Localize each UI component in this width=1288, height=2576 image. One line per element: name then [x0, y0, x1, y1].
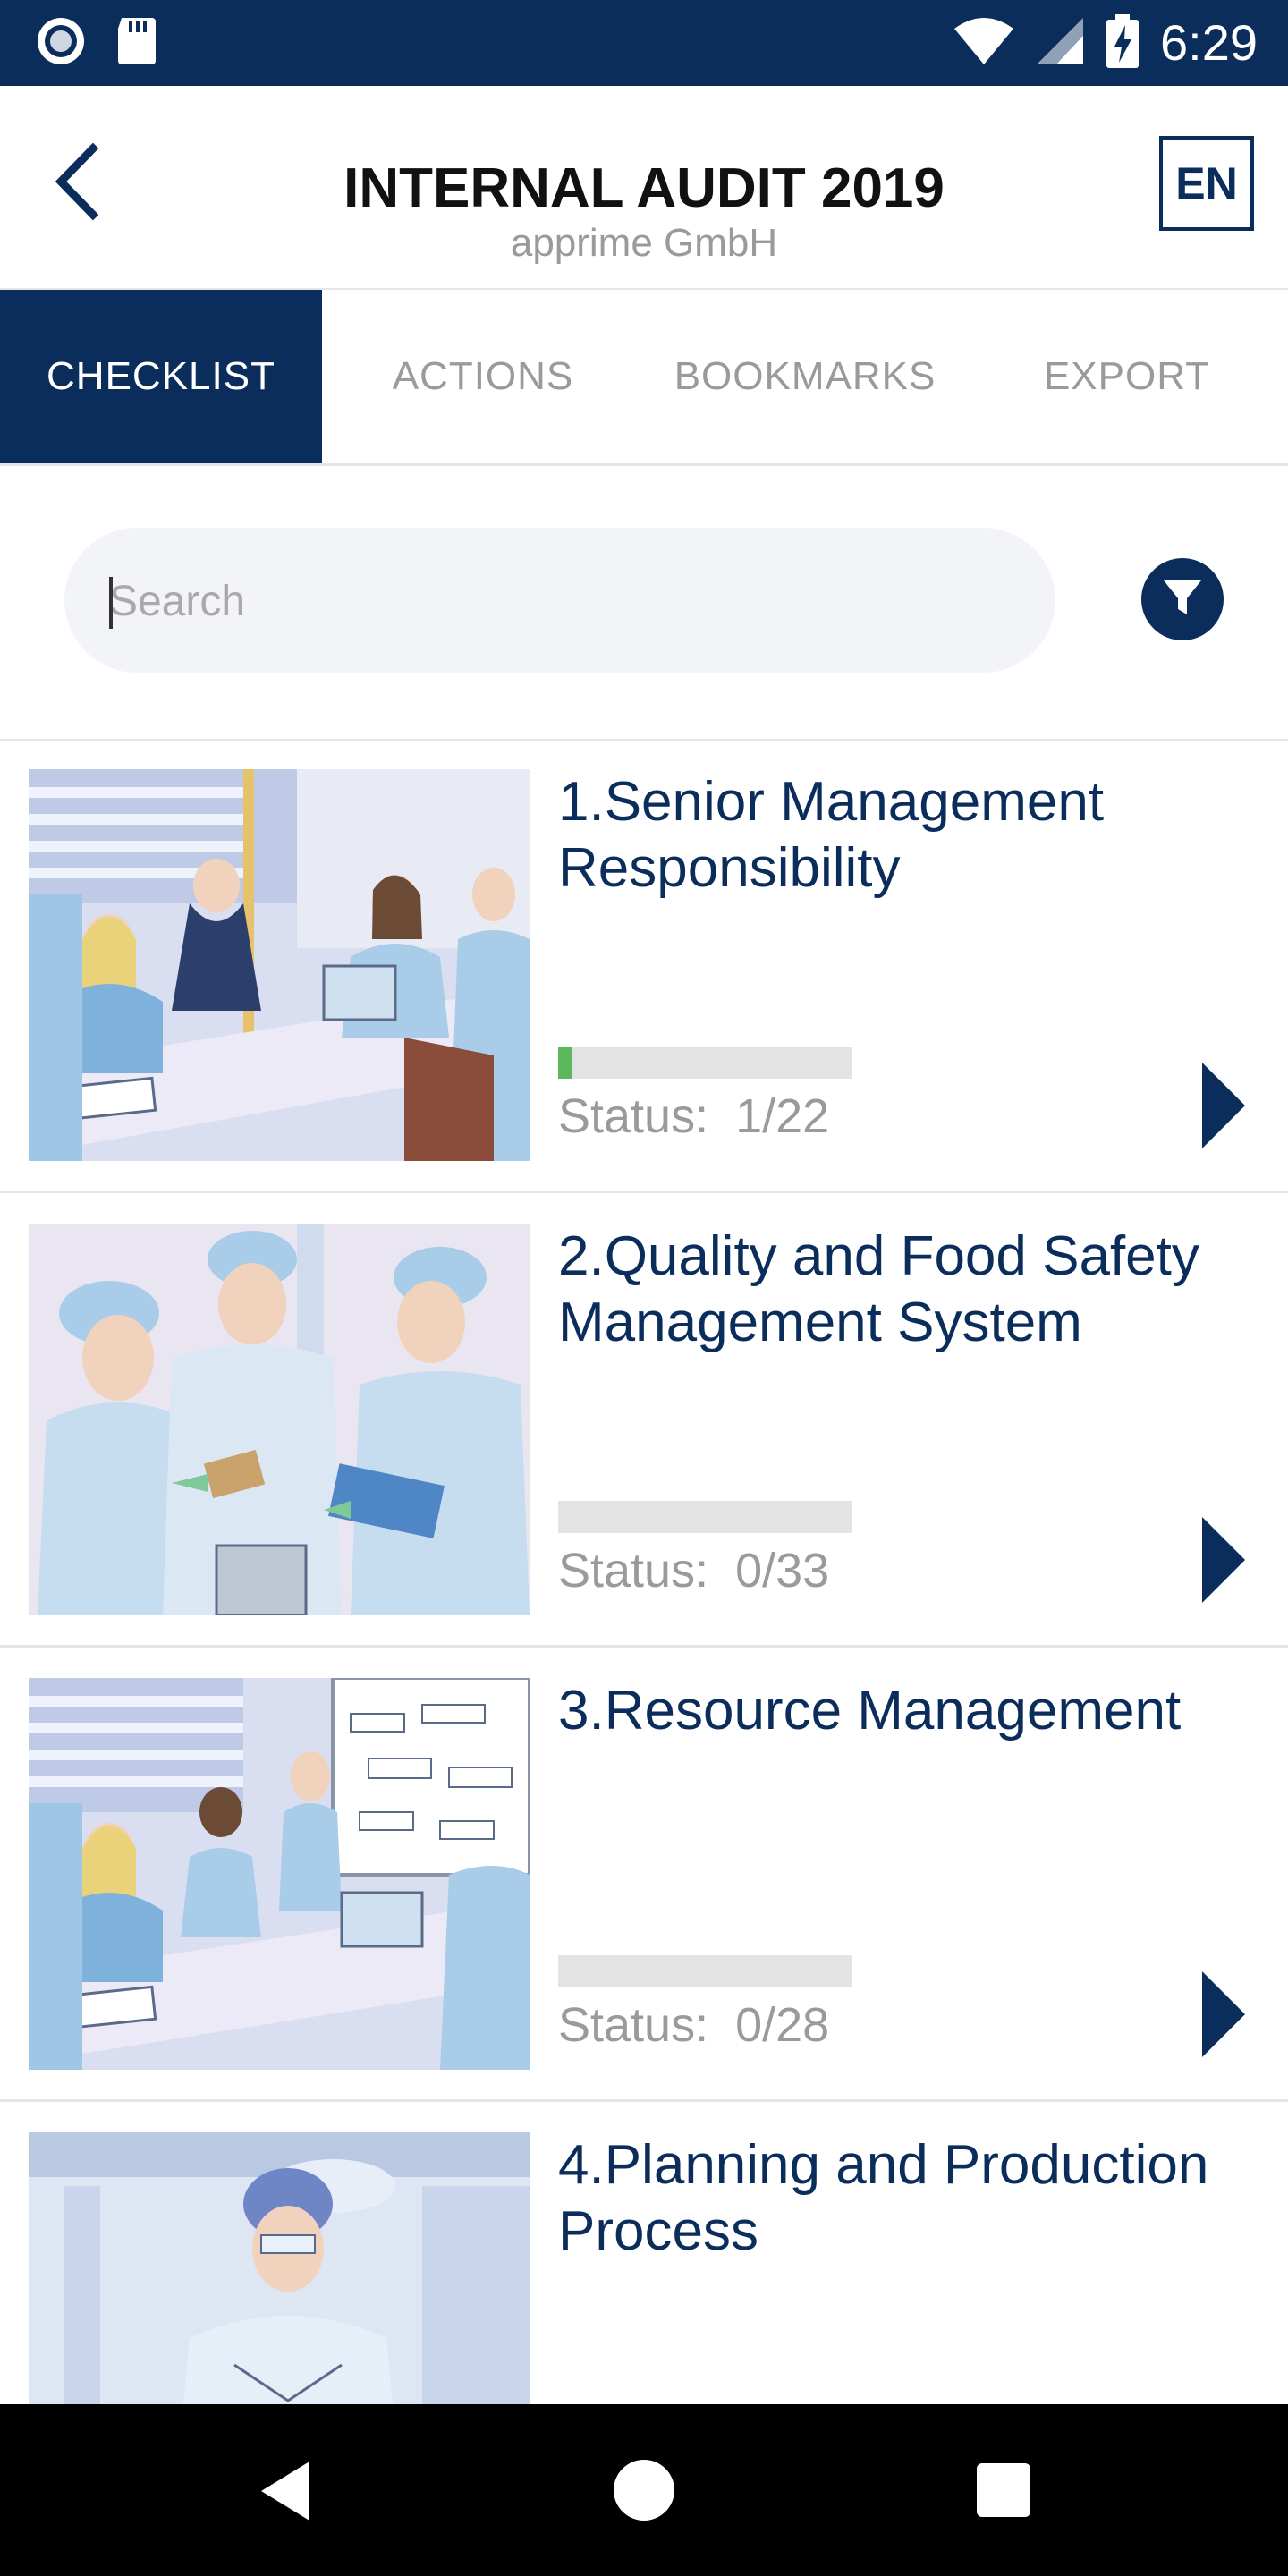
- progress-fill: [558, 1046, 572, 1079]
- back-arrow-icon: [47, 142, 109, 225]
- filter-icon: [1160, 575, 1205, 624]
- tab-export[interactable]: EXPORT: [966, 290, 1288, 463]
- status-label: Status:: [558, 1089, 709, 1143]
- chevron-right-icon[interactable]: [1199, 1061, 1249, 1150]
- status-value: 0/28: [735, 1998, 830, 2052]
- back-button[interactable]: [47, 141, 109, 222]
- record-icon: [36, 16, 86, 71]
- nav-home-button[interactable]: [614, 2460, 674, 2521]
- item-title: 3.Resource Management: [558, 1680, 1182, 1741]
- item-title: 2.Quality and Food Safety Management Sys…: [558, 1225, 1199, 1353]
- filter-button[interactable]: [1141, 558, 1224, 640]
- status-label: Status:: [558, 1998, 709, 2052]
- search-row: [0, 465, 1288, 741]
- resource-meeting-illustration: [29, 1678, 530, 2070]
- progress-bar: [558, 1501, 852, 1533]
- battery-icon: [1105, 13, 1140, 72]
- language-button[interactable]: EN: [1159, 136, 1254, 231]
- search-input[interactable]: [107, 528, 1005, 674]
- status-text: Status: 0/28: [558, 1996, 829, 2054]
- text-caret: [109, 577, 113, 629]
- item-title: 1.Senior Management Responsibility: [558, 771, 1105, 899]
- wifi-icon: [953, 16, 1015, 71]
- chevron-right-icon[interactable]: [1199, 1515, 1249, 1605]
- status-time: 6:29: [1160, 14, 1258, 71]
- search-box: [64, 528, 1055, 674]
- nav-back-button[interactable]: [259, 2460, 313, 2527]
- app-bar: INTERNAL AUDIT 2019 apprime GmbH EN: [0, 86, 1288, 290]
- list-item[interactable]: 1.Senior Management Responsibility Statu…: [0, 739, 1288, 1193]
- tab-checklist[interactable]: CHECKLIST: [0, 290, 322, 463]
- title-block: INTERNAL AUDIT 2019 apprime GmbH: [197, 157, 1091, 267]
- status-text: Status: 1/22: [558, 1088, 829, 1145]
- system-nav-bar: [0, 2404, 1288, 2576]
- checklist: 1.Senior Management Responsibility Statu…: [0, 739, 1288, 2556]
- status-bar-left-icons: [36, 16, 157, 71]
- lab-workers-illustration: [29, 1224, 530, 1615]
- page-subtitle: apprime GmbH: [510, 221, 778, 265]
- status-value: 0/33: [735, 1544, 830, 1597]
- nav-back-icon: [259, 2462, 313, 2526]
- sd-card-icon: [116, 16, 157, 71]
- nav-recents-button[interactable]: [977, 2463, 1030, 2517]
- list-item[interactable]: 3.Resource Management Status: 0/28: [0, 1648, 1288, 2102]
- item-title: 4.Planning and Production Process: [558, 2134, 1209, 2262]
- tab-bookmarks[interactable]: BOOKMARKS: [644, 290, 966, 463]
- status-bar: 6:29: [0, 0, 1288, 86]
- meeting-illustration: [29, 769, 530, 1161]
- status-value: 1/22: [735, 1089, 830, 1143]
- progress-bar: [558, 1046, 852, 1079]
- tab-bar: CHECKLIST ACTIONS BOOKMARKS EXPORT: [0, 290, 1288, 466]
- signal-icon: [1035, 16, 1085, 71]
- status-text: Status: 0/33: [558, 1542, 829, 1599]
- page-title: INTERNAL AUDIT 2019: [343, 157, 945, 219]
- chevron-right-icon[interactable]: [1199, 1970, 1249, 2059]
- list-item[interactable]: 2.Quality and Food Safety Management Sys…: [0, 1193, 1288, 1648]
- tab-actions[interactable]: ACTIONS: [322, 290, 644, 463]
- status-label: Status:: [558, 1544, 709, 1597]
- status-bar-right-icons: 6:29: [953, 13, 1258, 73]
- progress-bar: [558, 1955, 852, 1987]
